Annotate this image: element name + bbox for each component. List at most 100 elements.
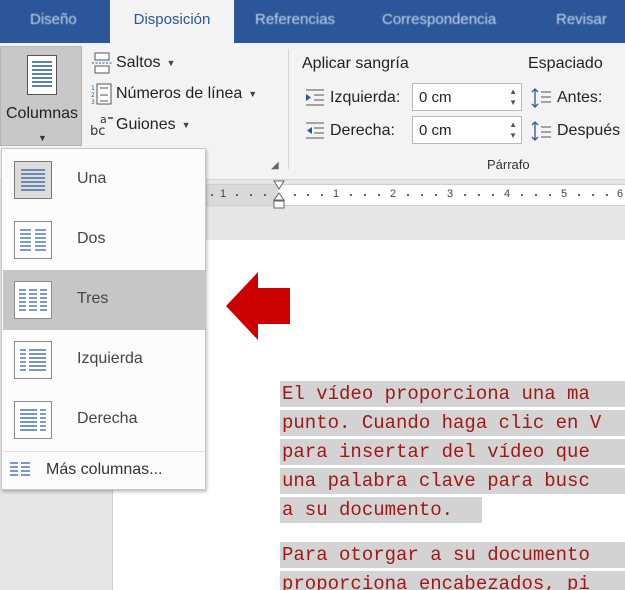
three-columns-icon [14, 281, 52, 319]
ruler-tick [407, 194, 409, 196]
ruler-tick [250, 194, 252, 196]
ribbon-tab-bar: Diseño Disposición Referencias Correspon… [0, 0, 625, 43]
spacing-after-label: Después [557, 122, 621, 139]
red-arrow-icon [226, 272, 290, 340]
chevron-down-icon: ▼ [166, 58, 176, 68]
spacing-before-icon [530, 87, 552, 109]
indent-right-input[interactable]: 0 cm ▲ ▼ [412, 116, 522, 144]
menu-item-one-column[interactable]: Una [3, 150, 205, 210]
hyphenation-button[interactable]: bc a Guiones ▼ [90, 113, 191, 139]
ruler-label: 1 [220, 188, 227, 200]
chevron-down-icon: ▼ [38, 133, 47, 143]
ruler-label: 5 [561, 188, 568, 200]
spinner-arrows-icon[interactable]: ▲ ▼ [509, 119, 517, 141]
document-text-line[interactable]: El vídeo proporciona una ma [280, 381, 625, 407]
spacing-after-icon [530, 120, 552, 142]
document-text-line[interactable]: una palabra clave para busc [280, 468, 625, 494]
svg-text:3: 3 [91, 99, 95, 106]
breaks-button[interactable]: Saltos ▼ [90, 51, 175, 75]
line-numbers-button[interactable]: 123 Números de línea ▼ [90, 82, 257, 106]
document-text-line[interactable]: Para otorgar a su documento [280, 542, 625, 568]
columns-icon [27, 55, 57, 100]
document-text-line[interactable]: a su documento. [280, 497, 482, 523]
more-columns-icon [9, 460, 31, 480]
indent-marker-icon[interactable] [273, 180, 285, 212]
indent-left-icon [304, 87, 326, 109]
ruler-tick [435, 194, 437, 196]
columns-label: Columnas [5, 105, 79, 122]
ruler-tick [549, 194, 551, 196]
menu-item-three-columns[interactable]: Tres [3, 270, 205, 330]
menu-item-label: Una [77, 170, 107, 187]
menu-item-label: Tres [77, 290, 109, 307]
tab-referencias[interactable]: Referencias [255, 0, 335, 43]
horizontal-ruler[interactable]: 1 1 2 3 4 5 6 [206, 180, 625, 209]
indent-right-icon [304, 120, 326, 142]
menu-item-two-columns[interactable]: Dos [3, 210, 205, 270]
ruler-label: 1 [333, 188, 340, 200]
menu-item-label: Izquierda [77, 350, 143, 367]
ruler-tick [578, 194, 580, 196]
chevron-down-icon: ▼ [248, 89, 258, 99]
document-text-line[interactable]: punto. Cuando haga clic en V [280, 410, 625, 436]
spacing-before-label: Antes: [557, 89, 603, 106]
ruler-label: 2 [390, 188, 397, 200]
hyphenation-label: Guiones [116, 116, 176, 133]
document-text-line[interactable]: proporciona encabezados, pi [280, 571, 625, 590]
menu-item-label: Dos [77, 230, 106, 247]
ruler-tick [521, 194, 523, 196]
ruler-tick [592, 194, 594, 196]
menu-item-label: Derecha [77, 410, 138, 427]
columns-button[interactable]: Columnas ▼ [0, 46, 82, 146]
ruler-tick [264, 194, 266, 196]
ruler-tick [378, 194, 380, 196]
chevron-down-icon: ▼ [181, 120, 191, 130]
spacing-title: Espaciado [528, 55, 603, 72]
ruler-label: 3 [447, 188, 454, 200]
indent-title: Aplicar sangría [302, 55, 409, 72]
ruler-tick [211, 194, 213, 196]
line-numbers-label: Números de línea [116, 85, 243, 102]
ruler-tick [492, 194, 494, 196]
document-text-line[interactable]: para insertar del vídeo que [280, 439, 625, 465]
menu-item-left-column[interactable]: Izquierda [3, 330, 205, 390]
tab-revisar[interactable]: Revisar [556, 0, 607, 43]
left-column-icon [14, 341, 52, 379]
columns-dropdown-menu: Una Dos Tres Izquierda Derecha Más colum… [1, 148, 206, 490]
paragraph-group-label: Párrafo [487, 157, 530, 172]
hyphenation-icon: bc a [90, 113, 114, 139]
svg-text:2: 2 [91, 92, 95, 99]
menu-item-more-columns[interactable]: Más columnas... [3, 455, 205, 485]
breaks-label: Saltos [116, 54, 161, 71]
ruler-tick [478, 194, 480, 196]
indent-left-input[interactable]: 0 cm ▲ ▼ [412, 83, 522, 111]
more-columns-label: Más columnas... [46, 461, 163, 478]
indent-left-value: 0 cm [419, 89, 452, 106]
one-column-icon [14, 161, 52, 199]
spinner-arrows-icon[interactable]: ▲ ▼ [509, 86, 517, 108]
page-break-icon [90, 51, 114, 75]
right-column-icon [14, 401, 52, 439]
indent-left-label: Izquierda: [330, 89, 401, 106]
tab-correspondencia[interactable]: Correspondencia [382, 0, 496, 43]
ruler-tick [350, 194, 352, 196]
two-columns-icon [14, 221, 52, 259]
ruler-tick [236, 194, 238, 196]
svg-text:a: a [100, 113, 107, 126]
menu-item-right-column[interactable]: Derecha [3, 390, 205, 450]
indent-right-value: 0 cm [419, 122, 452, 139]
tab-diseno[interactable]: Diseño [30, 0, 77, 43]
line-numbers-icon: 123 [90, 82, 114, 106]
ruler-tick [364, 194, 366, 196]
ruler-margin [206, 185, 278, 205]
svg-text:1: 1 [91, 85, 95, 92]
tab-disposicion[interactable]: Disposición [110, 0, 234, 43]
ruler-label: 4 [504, 188, 511, 200]
ruler-tick [307, 194, 309, 196]
indent-right-label: Derecha: [330, 122, 395, 139]
ruler-tick [606, 194, 608, 196]
menu-divider [3, 451, 205, 452]
ruler-tick [464, 194, 466, 196]
ruler-tick [421, 194, 423, 196]
dialog-launcher-icon[interactable]: ◢ [271, 160, 279, 171]
